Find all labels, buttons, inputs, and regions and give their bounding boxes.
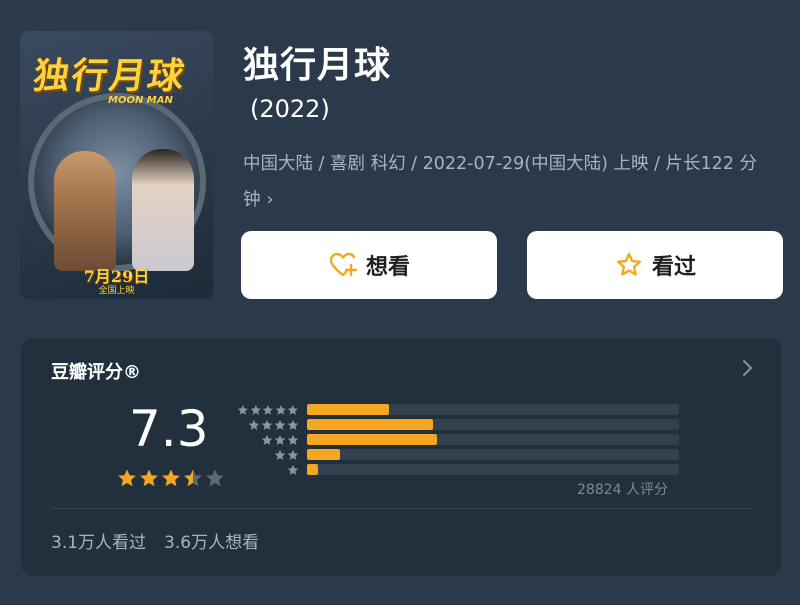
watched-label: 看过 [651, 255, 696, 280]
small-star-icon [287, 419, 299, 430]
distribution-stars [237, 419, 307, 431]
rating-score: 7.3 [129, 400, 209, 458]
distribution-stars [237, 449, 307, 461]
distribution-stars [237, 434, 307, 446]
small-star-icon [288, 404, 299, 415]
heart-plus-icon [328, 250, 358, 280]
poster-figure-right [132, 149, 194, 271]
small-star-icon [261, 434, 273, 445]
poster-release: 全国上映 [98, 286, 135, 296]
small-star-icon [262, 404, 274, 415]
rating-star-icon [140, 469, 158, 487]
small-star-icon [287, 434, 299, 445]
small-star-icon [250, 404, 261, 415]
watched-count[interactable]: 3.1万人看过 [51, 533, 146, 553]
poster-figure-left [54, 151, 116, 271]
small-star-icon [287, 449, 299, 460]
distribution-track [307, 404, 679, 415]
distribution-bar [307, 404, 389, 415]
rating-distribution [237, 402, 697, 477]
movie-meta[interactable]: 中国大陆 / 喜剧 科幻 / 2022-07-29(中国大陆) 上映 / 片长1… [243, 146, 783, 218]
small-star-icon [248, 419, 260, 430]
card-divider [51, 508, 751, 509]
poster-subtitle: MOON MAN [108, 95, 173, 106]
movie-title: 独行月球 [243, 45, 392, 86]
distribution-stars [237, 404, 307, 416]
distribution-stars [237, 464, 307, 476]
small-star-icon [237, 404, 248, 415]
distribution-bar [307, 419, 434, 430]
distribution-row [237, 402, 697, 417]
distribution-row [237, 462, 697, 477]
distribution-track [307, 464, 679, 475]
rating-star-icon [184, 469, 202, 487]
chevron-right-icon[interactable] [741, 358, 755, 378]
poster-title: 独行月球 [30, 55, 189, 97]
small-star-icon [274, 419, 286, 430]
distribution-row [237, 432, 697, 447]
rating-count: 28824 人评分 [577, 482, 668, 498]
small-star-icon [274, 434, 286, 445]
movie-year: (2022) [250, 95, 330, 123]
rating-star-icon [162, 469, 180, 487]
distribution-bar [307, 434, 438, 445]
small-star-icon [261, 419, 273, 430]
distribution-bar [307, 464, 319, 475]
distribution-track [307, 419, 679, 430]
rating-card[interactable]: 豆瓣评分® 7.3 28824 人评分 3.1万人看过 3.6万人想看 [21, 338, 781, 576]
rating-star-icon [118, 469, 136, 487]
star-outline-icon [614, 250, 644, 280]
rating-footer: 3.1万人看过 3.6万人想看 [51, 528, 259, 553]
distribution-row [237, 417, 697, 432]
small-star-icon [275, 404, 286, 415]
distribution-bar [307, 449, 341, 460]
small-star-icon [274, 449, 286, 460]
movie-poster[interactable]: 独行月球 MOON MAN 7月29日 全国上映 [20, 31, 213, 299]
distribution-track [307, 434, 679, 445]
small-star-icon [287, 464, 299, 475]
want-count[interactable]: 3.6万人想看 [164, 533, 259, 553]
want-to-watch-label: 想看 [365, 255, 410, 280]
watched-button[interactable]: 看过 [527, 231, 783, 299]
distribution-row [237, 447, 697, 462]
movie-meta-text: 中国大陆 / 喜剧 科幻 / 2022-07-29(中国大陆) 上映 / 片长1… [243, 154, 758, 210]
rating-source-label: 豆瓣评分® [51, 362, 141, 383]
distribution-track [307, 449, 679, 460]
rating-star-icon [206, 469, 224, 487]
chevron-right-icon: › [266, 190, 274, 210]
rating-stars [117, 468, 225, 488]
want-to-watch-button[interactable]: 想看 [241, 231, 497, 299]
